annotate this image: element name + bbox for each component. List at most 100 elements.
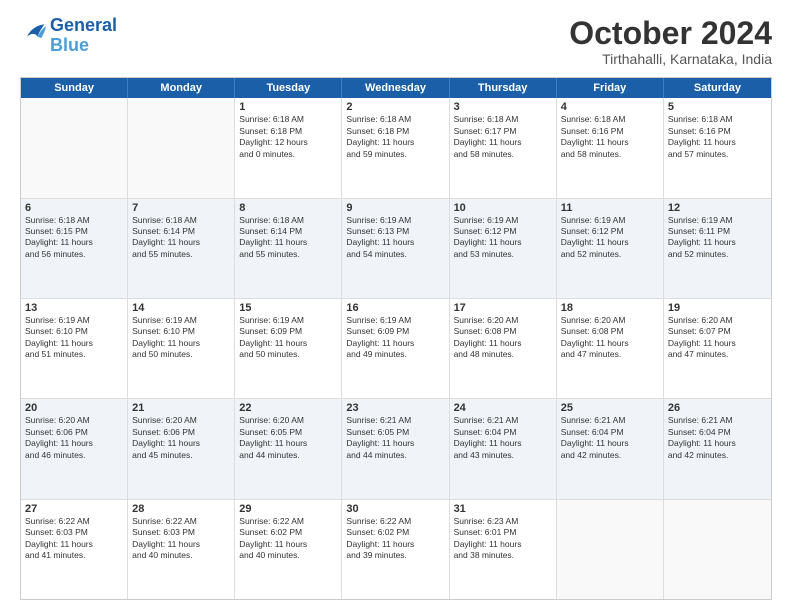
calendar: SundayMondayTuesdayWednesdayThursdayFrid… (20, 77, 772, 600)
header-day-wednesday: Wednesday (342, 78, 449, 98)
logo: General Blue (20, 16, 117, 56)
calendar-body: 1Sunrise: 6:18 AM Sunset: 6:18 PM Daylig… (21, 98, 771, 599)
calendar-cell: 11Sunrise: 6:19 AM Sunset: 6:12 PM Dayli… (557, 199, 664, 298)
calendar-cell: 18Sunrise: 6:20 AM Sunset: 6:08 PM Dayli… (557, 299, 664, 398)
calendar-cell: 24Sunrise: 6:21 AM Sunset: 6:04 PM Dayli… (450, 399, 557, 498)
calendar-cell (21, 98, 128, 197)
cell-date-number: 29 (239, 503, 337, 515)
calendar-cell (664, 500, 771, 599)
calendar-cell: 20Sunrise: 6:20 AM Sunset: 6:06 PM Dayli… (21, 399, 128, 498)
location: Tirthahalli, Karnataka, India (569, 51, 772, 67)
cell-date-number: 20 (25, 402, 123, 414)
cell-date-number: 24 (454, 402, 552, 414)
cell-info: Sunrise: 6:18 AM Sunset: 6:15 PM Dayligh… (25, 215, 123, 261)
cell-date-number: 11 (561, 202, 659, 214)
cell-info: Sunrise: 6:19 AM Sunset: 6:12 PM Dayligh… (561, 215, 659, 261)
header-day-thursday: Thursday (450, 78, 557, 98)
header-day-friday: Friday (557, 78, 664, 98)
cell-date-number: 22 (239, 402, 337, 414)
cell-date-number: 21 (132, 402, 230, 414)
cell-info: Sunrise: 6:18 AM Sunset: 6:14 PM Dayligh… (132, 215, 230, 261)
calendar-cell: 6Sunrise: 6:18 AM Sunset: 6:15 PM Daylig… (21, 199, 128, 298)
cell-info: Sunrise: 6:19 AM Sunset: 6:11 PM Dayligh… (668, 215, 767, 261)
calendar-cell: 23Sunrise: 6:21 AM Sunset: 6:05 PM Dayli… (342, 399, 449, 498)
calendar-cell: 3Sunrise: 6:18 AM Sunset: 6:17 PM Daylig… (450, 98, 557, 197)
cell-date-number: 23 (346, 402, 444, 414)
calendar-header: SundayMondayTuesdayWednesdayThursdayFrid… (21, 78, 771, 98)
cell-info: Sunrise: 6:19 AM Sunset: 6:09 PM Dayligh… (346, 315, 444, 361)
cell-info: Sunrise: 6:23 AM Sunset: 6:01 PM Dayligh… (454, 516, 552, 562)
cell-info: Sunrise: 6:22 AM Sunset: 6:03 PM Dayligh… (25, 516, 123, 562)
cell-info: Sunrise: 6:18 AM Sunset: 6:14 PM Dayligh… (239, 215, 337, 261)
cell-date-number: 5 (668, 101, 767, 113)
cell-date-number: 4 (561, 101, 659, 113)
calendar-cell (557, 500, 664, 599)
calendar-cell: 14Sunrise: 6:19 AM Sunset: 6:10 PM Dayli… (128, 299, 235, 398)
calendar-cell: 31Sunrise: 6:23 AM Sunset: 6:01 PM Dayli… (450, 500, 557, 599)
calendar-cell: 19Sunrise: 6:20 AM Sunset: 6:07 PM Dayli… (664, 299, 771, 398)
calendar-row-3: 20Sunrise: 6:20 AM Sunset: 6:06 PM Dayli… (21, 399, 771, 499)
cell-info: Sunrise: 6:20 AM Sunset: 6:07 PM Dayligh… (668, 315, 767, 361)
month-title: October 2024 (569, 16, 772, 51)
cell-info: Sunrise: 6:18 AM Sunset: 6:18 PM Dayligh… (346, 114, 444, 160)
cell-info: Sunrise: 6:18 AM Sunset: 6:16 PM Dayligh… (561, 114, 659, 160)
cell-date-number: 27 (25, 503, 123, 515)
calendar-row-2: 13Sunrise: 6:19 AM Sunset: 6:10 PM Dayli… (21, 299, 771, 399)
calendar-cell: 10Sunrise: 6:19 AM Sunset: 6:12 PM Dayli… (450, 199, 557, 298)
cell-date-number: 26 (668, 402, 767, 414)
cell-date-number: 16 (346, 302, 444, 314)
calendar-cell (128, 98, 235, 197)
cell-date-number: 17 (454, 302, 552, 314)
calendar-cell: 1Sunrise: 6:18 AM Sunset: 6:18 PM Daylig… (235, 98, 342, 197)
calendar-cell: 26Sunrise: 6:21 AM Sunset: 6:04 PM Dayli… (664, 399, 771, 498)
cell-info: Sunrise: 6:21 AM Sunset: 6:04 PM Dayligh… (454, 415, 552, 461)
cell-info: Sunrise: 6:20 AM Sunset: 6:08 PM Dayligh… (561, 315, 659, 361)
cell-info: Sunrise: 6:19 AM Sunset: 6:13 PM Dayligh… (346, 215, 444, 261)
cell-info: Sunrise: 6:21 AM Sunset: 6:04 PM Dayligh… (668, 415, 767, 461)
calendar-cell: 17Sunrise: 6:20 AM Sunset: 6:08 PM Dayli… (450, 299, 557, 398)
calendar-cell: 9Sunrise: 6:19 AM Sunset: 6:13 PM Daylig… (342, 199, 449, 298)
cell-date-number: 9 (346, 202, 444, 214)
cell-info: Sunrise: 6:20 AM Sunset: 6:08 PM Dayligh… (454, 315, 552, 361)
cell-date-number: 19 (668, 302, 767, 314)
cell-info: Sunrise: 6:19 AM Sunset: 6:10 PM Dayligh… (25, 315, 123, 361)
cell-date-number: 1 (239, 101, 337, 113)
calendar-cell: 13Sunrise: 6:19 AM Sunset: 6:10 PM Dayli… (21, 299, 128, 398)
cell-info: Sunrise: 6:22 AM Sunset: 6:02 PM Dayligh… (346, 516, 444, 562)
cell-info: Sunrise: 6:18 AM Sunset: 6:16 PM Dayligh… (668, 114, 767, 160)
header-day-tuesday: Tuesday (235, 78, 342, 98)
cell-info: Sunrise: 6:18 AM Sunset: 6:17 PM Dayligh… (454, 114, 552, 160)
cell-date-number: 10 (454, 202, 552, 214)
calendar-cell: 16Sunrise: 6:19 AM Sunset: 6:09 PM Dayli… (342, 299, 449, 398)
calendar-cell: 12Sunrise: 6:19 AM Sunset: 6:11 PM Dayli… (664, 199, 771, 298)
calendar-cell: 27Sunrise: 6:22 AM Sunset: 6:03 PM Dayli… (21, 500, 128, 599)
cell-info: Sunrise: 6:18 AM Sunset: 6:18 PM Dayligh… (239, 114, 337, 160)
cell-date-number: 6 (25, 202, 123, 214)
header-day-saturday: Saturday (664, 78, 771, 98)
header-day-sunday: Sunday (21, 78, 128, 98)
calendar-cell: 22Sunrise: 6:20 AM Sunset: 6:05 PM Dayli… (235, 399, 342, 498)
calendar-cell: 30Sunrise: 6:22 AM Sunset: 6:02 PM Dayli… (342, 500, 449, 599)
calendar-cell: 5Sunrise: 6:18 AM Sunset: 6:16 PM Daylig… (664, 98, 771, 197)
cell-date-number: 31 (454, 503, 552, 515)
cell-info: Sunrise: 6:20 AM Sunset: 6:05 PM Dayligh… (239, 415, 337, 461)
calendar-cell: 29Sunrise: 6:22 AM Sunset: 6:02 PM Dayli… (235, 500, 342, 599)
cell-date-number: 3 (454, 101, 552, 113)
calendar-row-4: 27Sunrise: 6:22 AM Sunset: 6:03 PM Dayli… (21, 500, 771, 599)
cell-info: Sunrise: 6:19 AM Sunset: 6:12 PM Dayligh… (454, 215, 552, 261)
cell-date-number: 14 (132, 302, 230, 314)
calendar-cell: 8Sunrise: 6:18 AM Sunset: 6:14 PM Daylig… (235, 199, 342, 298)
cell-date-number: 25 (561, 402, 659, 414)
calendar-cell: 4Sunrise: 6:18 AM Sunset: 6:16 PM Daylig… (557, 98, 664, 197)
cell-info: Sunrise: 6:22 AM Sunset: 6:02 PM Dayligh… (239, 516, 337, 562)
calendar-row-1: 6Sunrise: 6:18 AM Sunset: 6:15 PM Daylig… (21, 199, 771, 299)
cell-date-number: 8 (239, 202, 337, 214)
calendar-cell: 15Sunrise: 6:19 AM Sunset: 6:09 PM Dayli… (235, 299, 342, 398)
cell-date-number: 30 (346, 503, 444, 515)
logo-text: General Blue (50, 16, 117, 56)
calendar-row-0: 1Sunrise: 6:18 AM Sunset: 6:18 PM Daylig… (21, 98, 771, 198)
cell-info: Sunrise: 6:22 AM Sunset: 6:03 PM Dayligh… (132, 516, 230, 562)
cell-date-number: 2 (346, 101, 444, 113)
cell-date-number: 12 (668, 202, 767, 214)
cell-date-number: 18 (561, 302, 659, 314)
